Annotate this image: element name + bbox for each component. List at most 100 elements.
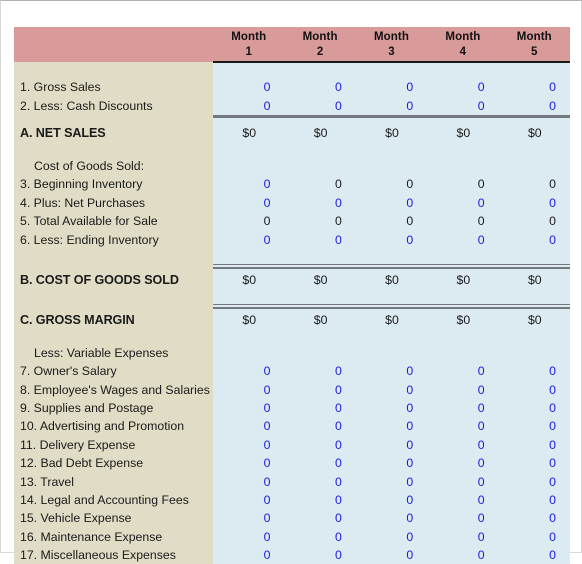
cell-r0-month-2[interactable] xyxy=(284,62,356,78)
cell-r4-month-3[interactable] xyxy=(355,141,428,157)
cell-r2-month-3[interactable]: 0 xyxy=(355,96,428,117)
cell-r15-month-4[interactable] xyxy=(427,343,499,363)
cell-r23-month-3[interactable]: 0 xyxy=(355,490,428,510)
cell-r7-month-5[interactable]: 0 xyxy=(498,193,570,212)
row-label-cell[interactable]: 2. Less: Cash Discounts xyxy=(14,96,214,117)
row-label-cell[interactable]: 7. Owner's Salary xyxy=(14,362,214,381)
cell-r7-month-3[interactable]: 0 xyxy=(355,193,428,212)
cell-r0-month-4[interactable] xyxy=(427,62,499,78)
cell-r23-month-5[interactable]: 0 xyxy=(498,490,570,510)
cell-r15-month-2[interactable] xyxy=(284,343,356,363)
cell-r8-month-2[interactable]: 0 xyxy=(284,211,356,231)
cell-r18-month-4[interactable]: 0 xyxy=(427,398,499,418)
row-label-cell[interactable]: 8. Employee's Wages and Salaries xyxy=(14,380,214,399)
cell-r2-month-5[interactable]: 0 xyxy=(498,96,570,117)
cell-r23-month-1[interactable]: 0 xyxy=(213,490,285,510)
cell-r26-month-5[interactable]: 0 xyxy=(498,546,570,564)
cell-r19-month-1[interactable]: 0 xyxy=(213,417,285,436)
cell-r26-month-4[interactable]: 0 xyxy=(427,546,499,564)
cell-r19-month-2[interactable]: 0 xyxy=(284,417,356,436)
row-label-cell[interactable]: 10. Advertising and Promotion xyxy=(14,417,214,436)
row-label-cell[interactable]: 16. Maintenance Expense xyxy=(14,527,214,547)
cell-r18-month-5[interactable]: 0 xyxy=(498,398,570,418)
row-label-cell[interactable]: B. COST OF GOODS SOLD xyxy=(14,264,214,289)
cell-r12-month-1[interactable] xyxy=(213,288,285,305)
cell-r3-month-1[interactable]: $0 xyxy=(213,114,285,142)
cell-r5-month-4[interactable] xyxy=(427,156,499,176)
cell-r5-month-5[interactable] xyxy=(498,156,570,176)
column-header-month-1[interactable]: Month 1 xyxy=(213,27,285,63)
cell-r12-month-2[interactable] xyxy=(284,288,356,305)
row-label-cell[interactable]: Cost of Goods Sold: xyxy=(14,156,214,176)
cell-r14-month-2[interactable] xyxy=(284,328,356,344)
cell-r16-month-2[interactable]: 0 xyxy=(284,362,356,381)
cell-r17-month-4[interactable]: 0 xyxy=(427,380,499,399)
cell-r26-month-1[interactable]: 0 xyxy=(213,546,285,564)
cell-r21-month-2[interactable]: 0 xyxy=(284,454,356,473)
cell-r2-month-4[interactable]: 0 xyxy=(427,96,499,117)
cell-r16-month-4[interactable]: 0 xyxy=(427,362,499,381)
cell-r9-month-3[interactable]: 0 xyxy=(355,230,428,249)
cell-r16-month-5[interactable]: 0 xyxy=(498,362,570,381)
cell-r26-month-2[interactable]: 0 xyxy=(284,546,356,564)
cell-r22-month-5[interactable]: 0 xyxy=(498,472,570,491)
cell-r18-month-2[interactable]: 0 xyxy=(284,398,356,418)
cell-r11-month-5[interactable]: $0 xyxy=(498,263,571,289)
cell-r19-month-5[interactable]: 0 xyxy=(498,417,570,436)
cell-r21-month-1[interactable]: 0 xyxy=(213,454,285,473)
row-label-cell[interactable]: 15. Vehicle Expense xyxy=(14,509,214,528)
cell-r17-month-3[interactable]: 0 xyxy=(355,380,428,399)
cell-r2-month-2[interactable]: 0 xyxy=(284,96,356,117)
cell-r24-month-5[interactable]: 0 xyxy=(498,509,570,528)
cell-r24-month-4[interactable]: 0 xyxy=(427,509,499,528)
row-label-cell[interactable]: 3. Beginning Inventory xyxy=(14,175,214,194)
cell-r4-month-2[interactable] xyxy=(284,141,356,157)
cell-r7-month-2[interactable]: 0 xyxy=(284,193,356,212)
row-label-cell[interactable]: 9. Supplies and Postage xyxy=(14,398,214,418)
row-label-cell[interactable]: Less: Variable Expenses xyxy=(14,343,214,363)
row-label-cell[interactable]: C. GROSS MARGIN xyxy=(14,304,214,329)
cell-r22-month-2[interactable]: 0 xyxy=(284,472,356,491)
cell-r25-month-4[interactable]: 0 xyxy=(427,527,499,547)
cell-r6-month-3[interactable]: 0 xyxy=(355,175,428,194)
cell-r14-month-1[interactable] xyxy=(213,328,285,344)
cell-r17-month-1[interactable]: 0 xyxy=(213,380,285,399)
cell-r22-month-4[interactable]: 0 xyxy=(427,472,499,491)
column-header-month-4[interactable]: Month 4 xyxy=(427,27,499,63)
cell-r5-month-1[interactable] xyxy=(213,156,285,176)
cell-r11-month-2[interactable]: $0 xyxy=(284,263,357,289)
cell-r1-month-5[interactable]: 0 xyxy=(498,78,570,97)
cell-r13-month-1[interactable]: $0 xyxy=(213,303,285,329)
cell-r22-month-3[interactable]: 0 xyxy=(355,472,428,491)
cell-r20-month-2[interactable]: 0 xyxy=(284,435,356,455)
cell-r13-month-5[interactable]: $0 xyxy=(498,303,571,329)
cell-r18-month-1[interactable]: 0 xyxy=(213,398,285,418)
row-label-cell[interactable]: A. NET SALES xyxy=(14,116,214,142)
cell-r12-month-3[interactable] xyxy=(355,288,428,305)
cell-r0-month-1[interactable] xyxy=(213,62,285,78)
cell-r5-month-3[interactable] xyxy=(355,156,428,176)
cell-r20-month-3[interactable]: 0 xyxy=(355,435,428,455)
row-label-cell[interactable]: 11. Delivery Expense xyxy=(14,435,214,455)
row-label-cell[interactable]: 12. Bad Debt Expense xyxy=(14,454,214,473)
cell-r21-month-4[interactable]: 0 xyxy=(427,454,499,473)
cell-r24-month-3[interactable]: 0 xyxy=(355,509,428,528)
row-label-cell[interactable]: 5. Total Available for Sale xyxy=(14,211,214,231)
cell-r25-month-3[interactable]: 0 xyxy=(355,527,428,547)
cell-r9-month-2[interactable]: 0 xyxy=(284,230,356,249)
cell-r3-month-4[interactable]: $0 xyxy=(427,114,499,142)
cell-r17-month-2[interactable]: 0 xyxy=(284,380,356,399)
cell-r9-month-1[interactable]: 0 xyxy=(213,230,285,249)
row-label-cell[interactable] xyxy=(14,248,214,265)
cell-r10-month-2[interactable] xyxy=(284,248,356,265)
cell-r20-month-1[interactable]: 0 xyxy=(213,435,285,455)
cell-r10-month-5[interactable] xyxy=(498,248,570,265)
cell-r19-month-4[interactable]: 0 xyxy=(427,417,499,436)
cell-r12-month-5[interactable] xyxy=(498,288,570,305)
row-label-cell[interactable] xyxy=(14,328,214,344)
row-label-cell[interactable]: 1. Gross Sales xyxy=(14,78,214,97)
cell-r6-month-1[interactable]: 0 xyxy=(213,175,285,194)
cell-r0-month-3[interactable] xyxy=(355,62,428,78)
cell-r15-month-1[interactable] xyxy=(213,343,285,363)
column-header-month-5[interactable]: Month 5 xyxy=(498,27,570,63)
